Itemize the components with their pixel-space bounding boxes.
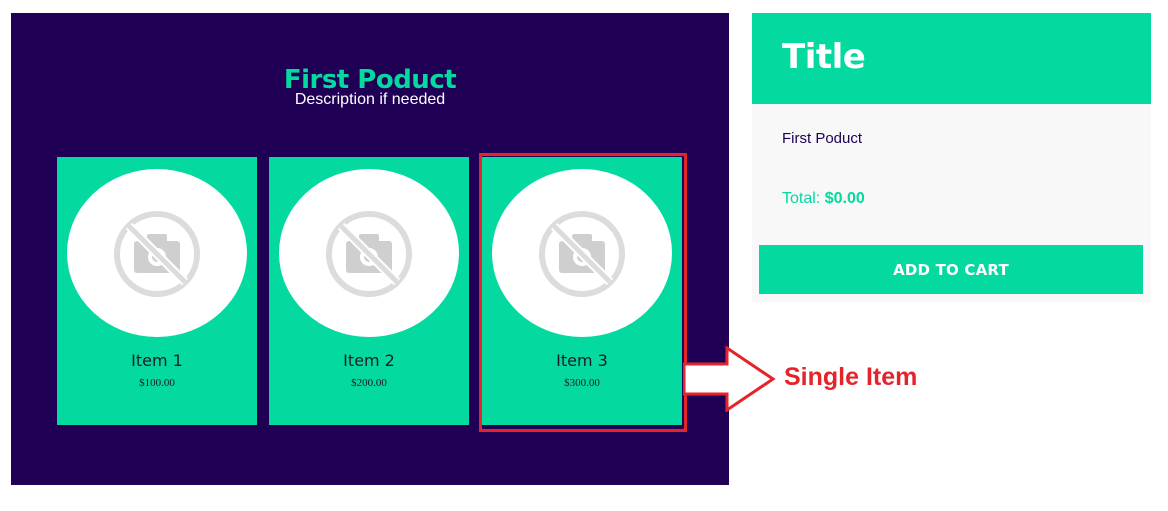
item-card[interactable]: Item 2 $200.00 bbox=[269, 157, 469, 425]
item-name: Item 2 bbox=[343, 351, 395, 370]
cart-panel: Title First Poduct Total: $0.00 ADD TO C… bbox=[752, 13, 1151, 302]
highlight-box bbox=[479, 153, 687, 432]
arrow-right-icon bbox=[683, 346, 776, 412]
cart-header: Title bbox=[752, 13, 1151, 104]
add-to-cart-button[interactable]: ADD TO CART bbox=[759, 245, 1143, 294]
annotation-label: Single Item bbox=[784, 363, 918, 391]
item-image bbox=[67, 169, 247, 337]
no-image-camera-icon bbox=[326, 211, 412, 297]
cart-product-name: First Poduct bbox=[782, 130, 863, 147]
no-image-camera-icon bbox=[114, 211, 200, 297]
item-name: Item 1 bbox=[131, 351, 183, 370]
cart-title: Title bbox=[782, 37, 866, 77]
item-price: $100.00 bbox=[139, 377, 175, 389]
item-card[interactable]: Item 1 $100.00 bbox=[57, 157, 257, 425]
cart-total-value: $0.00 bbox=[824, 190, 865, 207]
cart-total-label: Total: bbox=[782, 190, 821, 207]
item-image bbox=[279, 169, 459, 337]
cart-total: Total: $0.00 bbox=[782, 190, 865, 208]
product-description: Description if needed bbox=[294, 91, 446, 108]
stage: First Poduct Description if needed Item … bbox=[0, 0, 1168, 511]
item-price: $200.00 bbox=[351, 377, 387, 389]
